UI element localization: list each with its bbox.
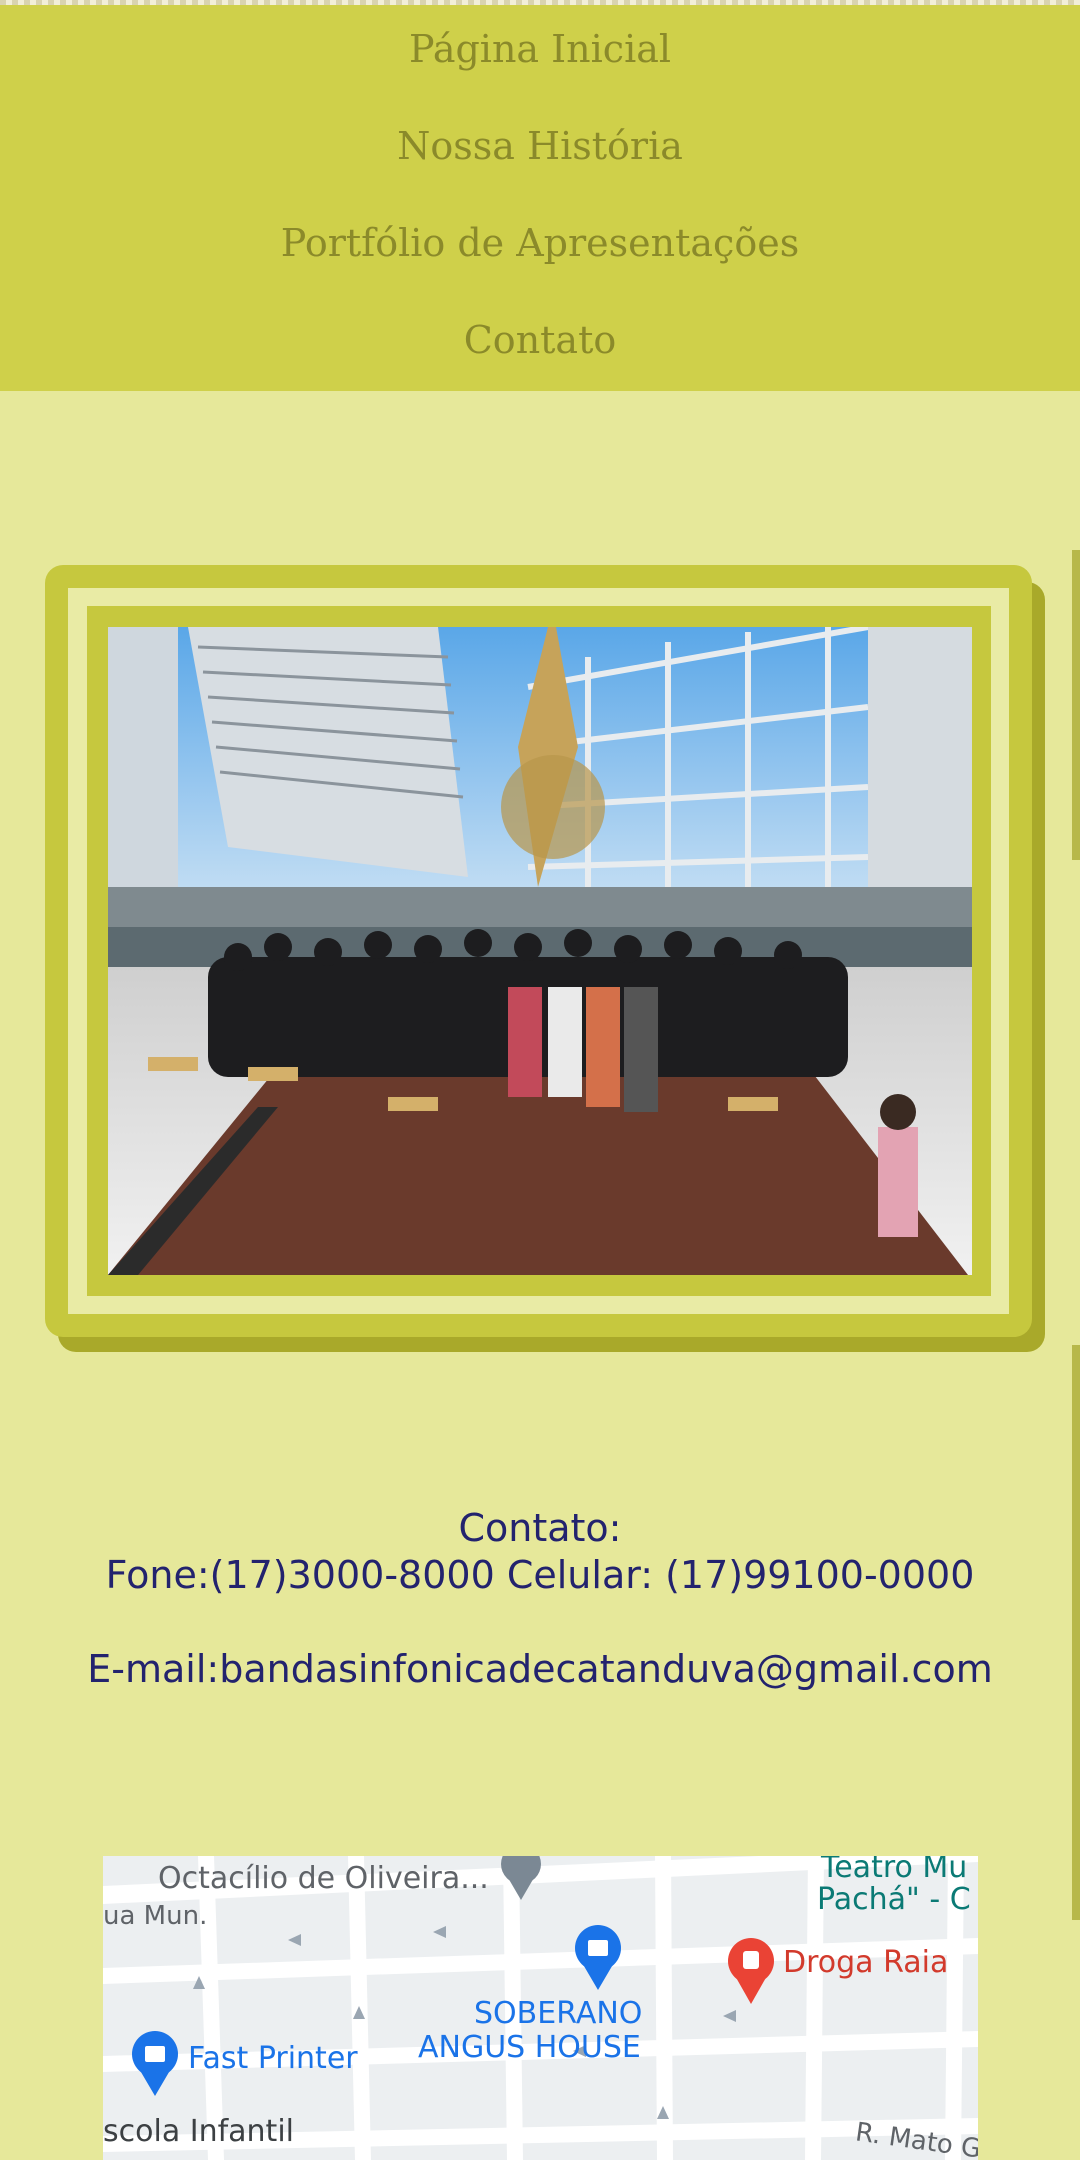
- nav-contact-link[interactable]: Contato: [0, 318, 1080, 362]
- contact-phones: Fone:(17)3000-8000 Celular: (17)99100-00…: [105, 1553, 975, 1597]
- map-label-droga-raia: Droga Raia: [783, 1945, 949, 1980]
- nav-portfolio-link[interactable]: Portfólio de Apresentações: [0, 221, 1080, 265]
- scrollbar-thumb-upper[interactable]: [1072, 550, 1080, 860]
- location-map[interactable]: Octacílio de Oliveira... ua Mun. Teatro …: [103, 1856, 978, 2160]
- band-group-photo: [108, 627, 972, 1275]
- main-navigation: Página Inicial Nossa História Portfólio …: [0, 5, 1080, 391]
- contact-heading: Contato:: [458, 1506, 622, 1550]
- map-label-teatro-1: Teatro Mu: [821, 1856, 968, 1885]
- nav-history-link[interactable]: Nossa História: [0, 124, 1080, 168]
- map-label-fast-printer: Fast Printer: [188, 2041, 358, 2076]
- nav-home-link[interactable]: Página Inicial: [0, 27, 1080, 71]
- map-label-escola: scola Infantil: [103, 2114, 294, 2149]
- map-label-teatro-2: Pachá" - C: [817, 1882, 971, 1917]
- map-label-soberano-1: SOBERANO: [474, 1996, 643, 2031]
- map-label-octacilio: Octacílio de Oliveira...: [158, 1861, 489, 1896]
- contact-email[interactable]: E-mail:bandasinfonicadecatanduva@gmail.c…: [0, 1647, 1080, 1691]
- scrollbar-thumb-lower[interactable]: [1072, 1345, 1080, 1920]
- map-label-soberano-2: ANGUS HOUSE: [418, 2030, 641, 2065]
- map-label-rua-mun: ua Mun.: [103, 1901, 208, 1931]
